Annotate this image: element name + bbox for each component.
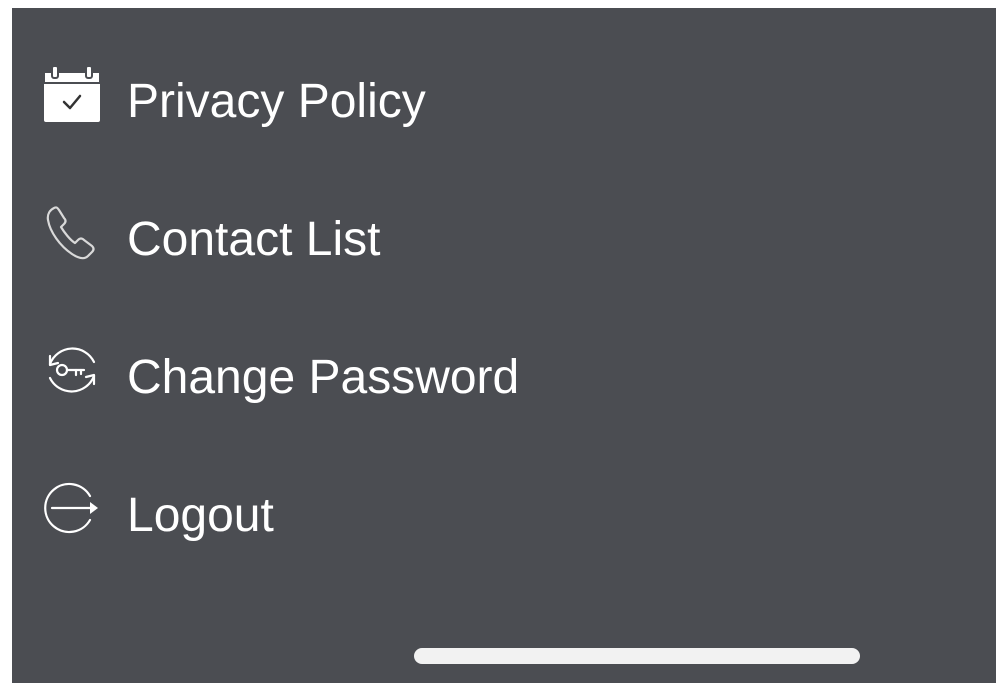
menu-item-label: Logout [127, 489, 274, 542]
menu-item-label: Contact List [127, 213, 381, 266]
side-menu-panel: Privacy Policy Contact List Change Passw… [12, 8, 996, 683]
home-indicator[interactable] [414, 648, 860, 664]
menu-item-label: Change Password [127, 351, 520, 404]
menu-item-logout[interactable]: Logout [12, 462, 996, 572]
menu-item-change-password[interactable]: Change Password [12, 324, 996, 434]
phone-icon [40, 200, 104, 264]
menu-item-privacy-policy[interactable]: Privacy Policy [12, 48, 996, 158]
calendar-check-icon [40, 62, 104, 126]
menu-item-label: Privacy Policy [127, 75, 426, 128]
logout-icon [40, 476, 104, 540]
key-refresh-icon [40, 338, 104, 402]
menu-item-contact-list[interactable]: Contact List [12, 186, 996, 296]
